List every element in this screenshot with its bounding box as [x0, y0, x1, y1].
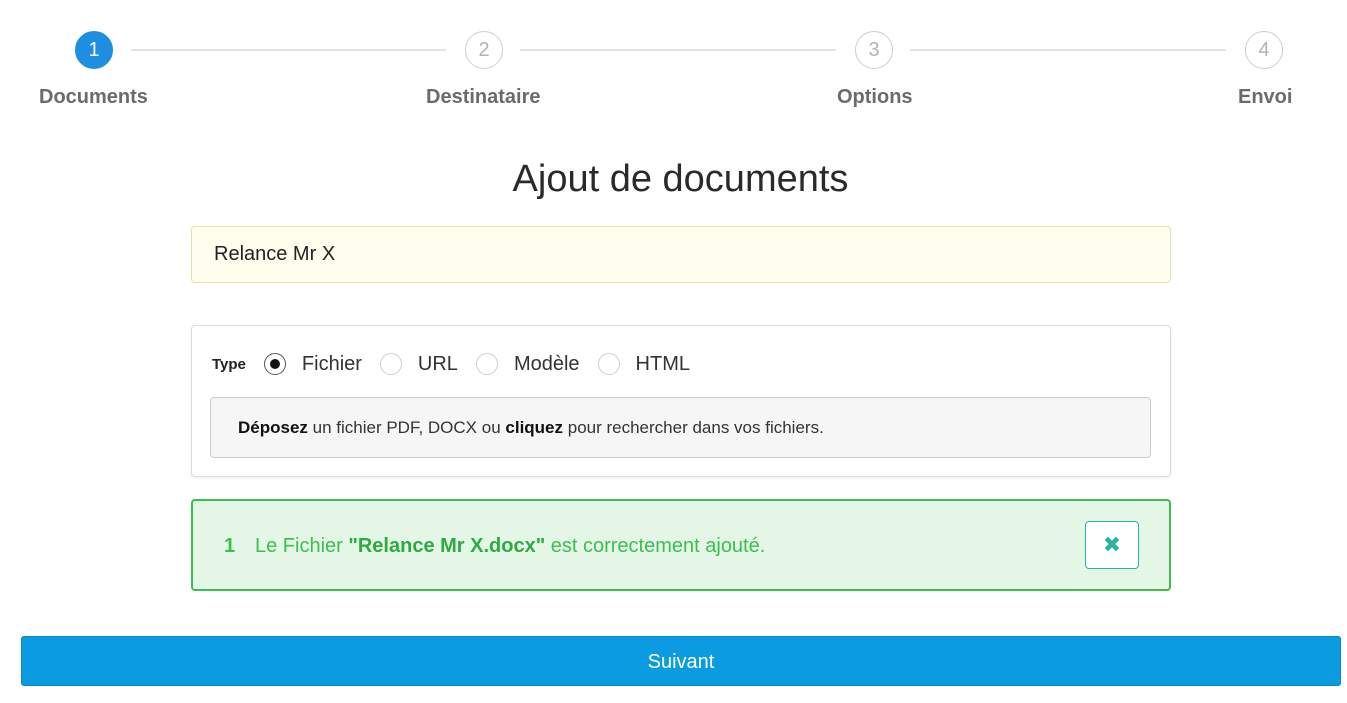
dropzone-text: Déposez un fichier PDF, DOCX ou cliquez … — [238, 418, 824, 438]
file-added-alert: 1 Le Fichier "Relance Mr X.docx" est cor… — [191, 499, 1171, 591]
type-option-html[interactable]: HTML — [597, 352, 690, 376]
step-connector — [131, 49, 446, 51]
type-option-fichier[interactable]: Fichier — [263, 352, 362, 376]
step-3-indicator[interactable]: 3 — [855, 31, 893, 69]
dropzone-end-text: pour rechercher dans vos fichiers. — [563, 417, 824, 437]
type-option-label: Modèle — [513, 352, 580, 375]
step-connector — [520, 49, 836, 51]
step-2-label: Destinataire — [426, 86, 541, 108]
alert-file-count: 1 — [224, 535, 236, 557]
alert-filename: "Relance Mr X.docx" — [348, 535, 546, 557]
step-1-label: Documents — [39, 86, 148, 108]
progress-stepper: 1 2 3 4 Documents Destinataire Options E… — [0, 0, 1347, 120]
type-option-label: Fichier — [301, 352, 362, 375]
close-x-icon: ✖ — [1102, 532, 1122, 557]
step-4-label: Envoi — [1238, 86, 1293, 108]
type-radio-group: Type Fichier URL Modèle HTML — [212, 351, 708, 377]
type-option-url[interactable]: URL — [379, 352, 458, 376]
step-connector — [910, 49, 1226, 51]
type-label: Type — [212, 355, 246, 373]
document-name-input[interactable] — [191, 226, 1171, 283]
remove-file-button[interactable]: ✖ — [1085, 521, 1139, 569]
radio-unchecked-icon[interactable] — [475, 353, 498, 375]
alert-message: Le Fichier "Relance Mr X.docx" est corre… — [255, 535, 765, 558]
page-title: Ajout de documents — [512, 158, 849, 200]
type-option-modele[interactable]: Modèle — [475, 352, 580, 376]
step-1-indicator[interactable]: 1 — [75, 31, 113, 69]
step-3-label: Options — [837, 86, 913, 108]
document-type-card: Type Fichier URL Modèle HTML Déposez un … — [191, 325, 1171, 477]
alert-suffix: est correctement ajouté. — [545, 535, 766, 557]
next-button[interactable]: Suivant — [21, 636, 1341, 686]
radio-unchecked-icon[interactable] — [597, 353, 620, 375]
radio-checked-icon[interactable] — [263, 353, 286, 375]
step-2-indicator[interactable]: 2 — [465, 31, 503, 69]
dropzone-drop-word: Déposez — [238, 417, 308, 437]
step-4-indicator[interactable]: 4 — [1245, 31, 1283, 69]
radio-unchecked-icon[interactable] — [379, 353, 402, 375]
dropzone-click-word: cliquez — [505, 417, 564, 437]
file-dropzone[interactable]: Déposez un fichier PDF, DOCX ou cliquez … — [210, 397, 1151, 458]
type-option-label: URL — [417, 352, 458, 375]
alert-prefix: Le Fichier — [255, 535, 349, 557]
type-option-label: HTML — [635, 352, 690, 375]
dropzone-middle-text: un fichier PDF, DOCX ou — [307, 417, 506, 437]
